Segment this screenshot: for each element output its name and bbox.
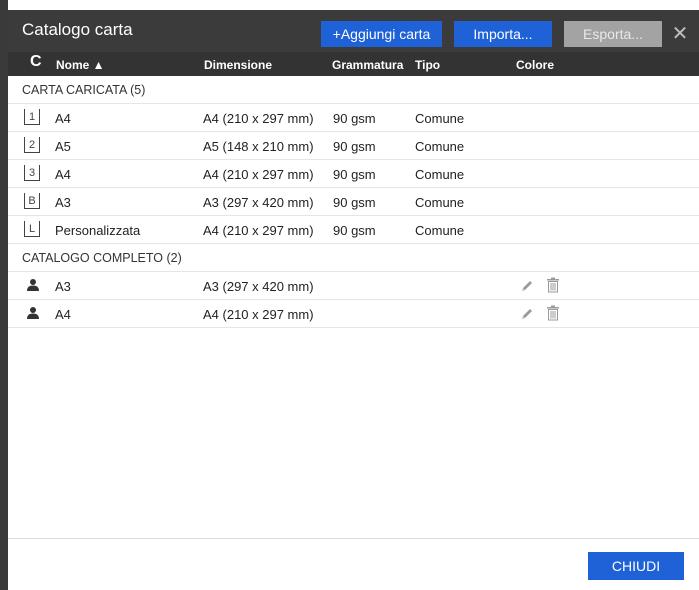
- paper-dimension: A4 (210 x 297 mm): [203, 111, 314, 126]
- paper-name: A5: [55, 139, 71, 154]
- paper-catalog-dialog: Catalogo carta +Aggiungi carta Importa..…: [8, 0, 699, 590]
- column-header-weight[interactable]: Grammatura: [332, 58, 403, 72]
- edit-pencil-icon[interactable]: [519, 306, 535, 322]
- refresh-icon[interactable]: C: [30, 53, 42, 71]
- paper-type: Comune: [415, 195, 465, 210]
- tray-icon: 3: [24, 165, 40, 181]
- paper-dimension: A5 (148 x 210 mm): [203, 139, 314, 154]
- paper-name: A3: [55, 195, 71, 210]
- paper-weight: 90 gsm: [333, 167, 376, 182]
- paper-type: Comune: [415, 139, 465, 154]
- paper-name: A4: [55, 111, 71, 126]
- section-title: CATALOGO COMPLETO (2): [22, 251, 182, 265]
- paper-weight: 90 gsm: [333, 223, 376, 238]
- tray-icon: L: [24, 221, 40, 237]
- tray-icon: 1: [24, 109, 40, 125]
- paper-type: Comune: [415, 111, 465, 126]
- paper-dimension: A3 (297 x 420 mm): [203, 195, 314, 210]
- table-row[interactable]: 1 A4 A4 (210 x 297 mm) 90 gsm Comune: [8, 104, 699, 132]
- column-header-dimension[interactable]: Dimensione: [204, 58, 272, 72]
- table-row[interactable]: A4 A4 (210 x 297 mm): [8, 300, 699, 328]
- user-icon: [27, 307, 39, 319]
- section-header-loaded: CARTA CARICATA (5): [8, 76, 699, 104]
- paper-weight: 90 gsm: [333, 111, 376, 126]
- export-button[interactable]: Esporta...: [564, 21, 662, 47]
- paper-name: A4: [55, 307, 71, 322]
- table-row[interactable]: L Personalizzata A4 (210 x 297 mm) 90 gs…: [8, 216, 699, 244]
- user-icon: [27, 279, 39, 291]
- footer-divider: [8, 538, 699, 539]
- delete-trash-icon[interactable]: [546, 277, 560, 293]
- dialog-titlebar: Catalogo carta +Aggiungi carta Importa..…: [8, 10, 699, 52]
- table-row[interactable]: 2 A5 A5 (148 x 210 mm) 90 gsm Comune: [8, 132, 699, 160]
- paper-name: Personalizzata: [55, 223, 141, 238]
- paper-weight: 90 gsm: [333, 195, 376, 210]
- paper-dimension: A4 (210 x 297 mm): [203, 167, 314, 182]
- paper-weight: 90 gsm: [333, 139, 376, 154]
- paper-dimension: A4 (210 x 297 mm): [203, 223, 314, 238]
- column-header-bar: C Nome ▲ Dimensione Grammatura Tipo Colo…: [8, 52, 699, 76]
- dialog-title: Catalogo carta: [22, 20, 133, 39]
- section-header-catalog: CATALOGO COMPLETO (2): [8, 244, 699, 272]
- column-header-color[interactable]: Colore: [516, 58, 554, 72]
- delete-trash-icon[interactable]: [546, 305, 560, 321]
- import-button[interactable]: Importa...: [454, 21, 552, 47]
- background-window-edge: [0, 0, 8, 590]
- edit-pencil-icon[interactable]: [519, 278, 535, 294]
- close-button[interactable]: CHIUDI: [588, 552, 684, 580]
- tray-icon: B: [24, 193, 40, 209]
- table-row[interactable]: B A3 A3 (297 x 420 mm) 90 gsm Comune: [8, 188, 699, 216]
- paper-name: A3: [55, 279, 71, 294]
- paper-dimension: A4 (210 x 297 mm): [203, 307, 314, 322]
- section-title: CARTA CARICATA (5): [22, 83, 146, 97]
- table-row[interactable]: A3 A3 (297 x 420 mm): [8, 272, 699, 300]
- add-paper-button[interactable]: +Aggiungi carta: [321, 21, 442, 47]
- paper-dimension: A3 (297 x 420 mm): [203, 279, 314, 294]
- column-header-type[interactable]: Tipo: [415, 58, 440, 72]
- table-row[interactable]: 3 A4 A4 (210 x 297 mm) 90 gsm Comune: [8, 160, 699, 188]
- tray-icon: 2: [24, 137, 40, 153]
- column-header-name[interactable]: Nome ▲: [56, 58, 105, 72]
- close-icon[interactable]: ✕: [670, 21, 690, 47]
- paper-name: A4: [55, 167, 71, 182]
- paper-type: Comune: [415, 167, 465, 182]
- paper-list: CARTA CARICATA (5) 1 A4 A4 (210 x 297 mm…: [8, 76, 699, 328]
- paper-type: Comune: [415, 223, 465, 238]
